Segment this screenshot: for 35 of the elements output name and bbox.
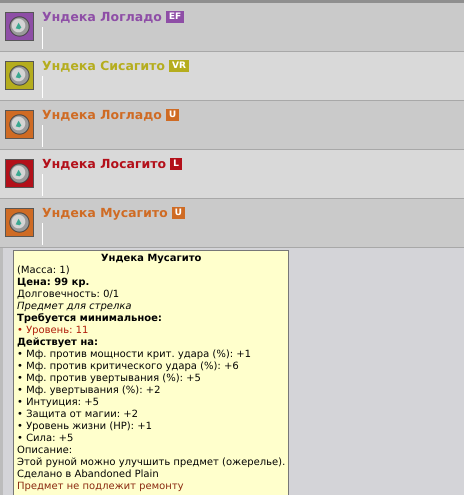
tooltip-line: • Уровень: 11 <box>17 325 90 337</box>
tooltip-title: Ундека Мусагито <box>100 253 202 265</box>
tooltip-line: • Уровень жизни (HP): +1 <box>17 421 153 433</box>
tooltip-line: • Сила: +5 <box>17 433 74 445</box>
tooltip-line: • Мф. против критического удара (%): +6 <box>17 361 240 373</box>
tooltip-line: • Мф. против увертывания (%): +5 <box>17 373 202 385</box>
tooltip-line: Описание: <box>17 445 74 457</box>
rarity-tag: EF <box>166 10 184 22</box>
tooltip-line: • Интуиция: +5 <box>17 397 100 409</box>
item-name[interactable]: Ундека Лосагито <box>42 156 166 171</box>
rarity-tag: L <box>170 158 182 170</box>
tooltip-line: Этой руной можно улучшить предмет (ожерелье). <box>17 457 286 469</box>
tooltip-line: Предмет не подлежит ремонту <box>17 481 185 493</box>
rarity-tag: VR <box>169 60 189 72</box>
item-name[interactable]: Ундека Логладо <box>42 9 162 24</box>
tooltip-line: Долговечность: 0/1 <box>17 289 120 301</box>
item-name[interactable]: Ундека Логладо <box>42 107 162 122</box>
tooltip-line: Действует на: <box>17 337 99 349</box>
item-name[interactable]: Ундека Мусагито <box>42 205 168 220</box>
item-name[interactable]: Ундека Сисагито <box>42 58 166 73</box>
rarity-tag: U <box>166 108 180 120</box>
tooltip-line: (Масса: 1) <box>17 265 71 277</box>
tooltip-line: Цена: 99 кр. <box>17 277 90 289</box>
rune-icon[interactable] <box>5 110 34 139</box>
rarity-tag: U <box>172 206 185 218</box>
tooltip-line: Предмет для стрелка <box>17 301 133 313</box>
rune-icon[interactable] <box>5 61 34 90</box>
tooltip-line: • Мф. увертывания (%): +2 <box>17 385 162 397</box>
tooltip-line: Требуется минимальное: <box>17 313 163 325</box>
rune-icon[interactable] <box>5 159 34 188</box>
rune-icon[interactable] <box>5 208 34 237</box>
tooltip-line: • Защита от магии: +2 <box>17 409 140 421</box>
tooltip-line: • Мф. против мощности крит. удара (%): +1 <box>17 349 252 361</box>
tooltip-line: Сделано в Abandoned Plain <box>17 469 160 481</box>
rune-icon[interactable] <box>5 12 34 41</box>
